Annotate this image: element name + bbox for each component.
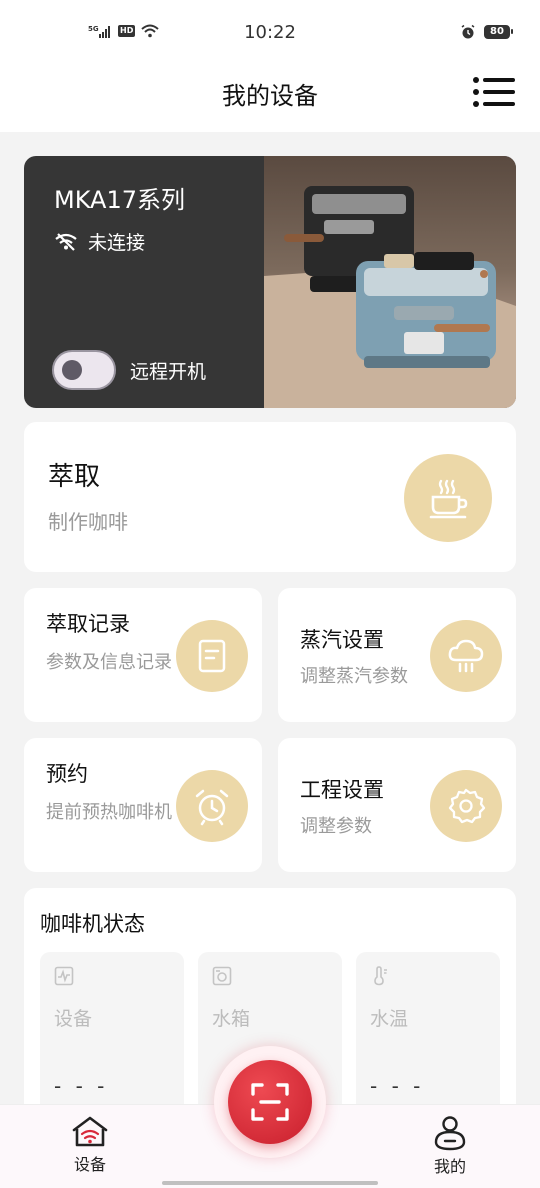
alarm-clock-icon [176,770,248,842]
schedule-card[interactable]: 预约 提前预热咖啡机 [24,738,262,872]
home-indicator [162,1181,378,1185]
brew-records-card[interactable]: 萃取记录 参数及信息记录 [24,588,262,722]
user-icon [434,1116,466,1151]
status-device-value: - - - [54,1074,109,1098]
connection-status: 未连接 [54,228,145,255]
nav-mine-label: 我的 [433,1157,466,1176]
thermometer-icon [374,966,387,986]
status-water-temp-value: - - - [370,1074,425,1098]
engineering-settings-title: 工程设置 [300,778,384,802]
machine-status-title: 咖啡机状态 [40,912,145,936]
scan-button-ring [214,1046,326,1158]
nav-devices-label: 设备 [73,1155,106,1174]
nav-devices[interactable]: 设备 [50,1115,130,1175]
gear-icon [430,770,502,842]
schedule-title: 预约 [46,762,88,786]
status-right: 80 [460,24,513,40]
alarm-icon [461,24,475,39]
device-card[interactable]: MKA17系列 未连接 远程开机 [24,156,516,408]
brew-records-title: 萃取记录 [46,612,130,636]
app-header: 我的设备 [0,66,540,132]
steam-cloud-icon [430,620,502,692]
device-info: MKA17系列 未连接 远程开机 [24,156,264,408]
remote-power: 远程开机 [52,350,206,390]
nav-mine[interactable]: 我的 [410,1115,490,1177]
coffee-machine-image [264,156,516,408]
status-time: 10:22 [244,22,296,43]
page-title: 我的设备 [222,82,318,110]
brew-records-subtitle: 参数及信息记录 [46,652,172,673]
home-wifi-icon [72,1116,108,1147]
connection-label: 未连接 [88,232,146,254]
coffee-machine-illustration [264,186,516,408]
status-bar: 5G HD 10:22 80 [0,0,540,66]
battery-indicator: 80 [484,25,513,39]
pulse-icon [54,966,74,986]
toggle-knob [62,360,82,380]
schedule-subtitle: 提前预热咖啡机 [46,802,172,823]
remote-power-toggle[interactable] [52,350,116,390]
menu-list-icon[interactable] [472,74,518,110]
engineering-settings-subtitle: 调整参数 [300,816,372,837]
brew-title: 萃取 [48,462,101,492]
engineering-settings-card[interactable]: 工程设置 调整参数 [278,738,516,872]
coffee-cup-icon [404,454,492,542]
brew-subtitle: 制作咖啡 [48,510,128,534]
status-water-temp-label: 水温 [370,1008,409,1030]
document-icon [176,620,248,692]
scan-button[interactable] [228,1060,312,1144]
steam-settings-card[interactable]: 蒸汽设置 调整蒸汽参数 [278,588,516,722]
remote-power-label: 远程开机 [130,360,207,383]
status-water-tank-label: 水箱 [212,1008,251,1030]
steam-settings-title: 蒸汽设置 [300,628,384,652]
wifi-off-icon [55,232,77,251]
device-name: MKA17系列 [54,186,185,214]
water-tank-icon [212,966,232,986]
scan-icon [251,1083,289,1121]
brew-card[interactable]: 萃取 制作咖啡 [24,422,516,572]
steam-settings-subtitle: 调整蒸汽参数 [300,666,408,687]
status-device-label: 设备 [54,1008,93,1030]
